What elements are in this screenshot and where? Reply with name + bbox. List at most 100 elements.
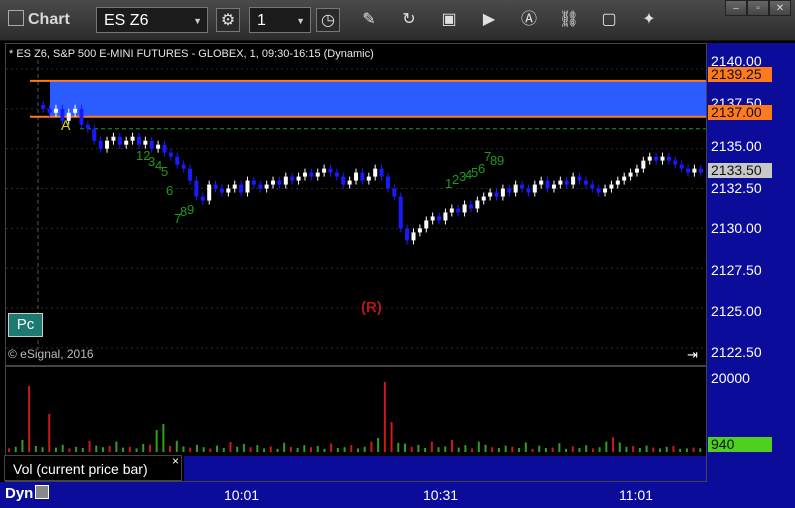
volume-bar (491, 447, 494, 452)
volume-bar (343, 447, 346, 452)
candle-body (583, 180, 588, 185)
volume-study-label[interactable]: Vol (current price bar) (4, 455, 182, 481)
volume-bar (242, 444, 245, 452)
volume-bar (565, 448, 568, 452)
candle-body (245, 180, 250, 193)
volume-bar (323, 448, 326, 452)
volume-bar (75, 446, 78, 452)
candle-body (168, 152, 173, 157)
volume-bar (330, 443, 333, 452)
volume-bar (397, 442, 400, 452)
candle-body (373, 168, 378, 177)
volume-bar (685, 448, 688, 452)
candle-body (290, 176, 295, 181)
candle-body (213, 184, 218, 189)
candle-body (545, 180, 550, 189)
volume-bar (444, 446, 447, 452)
candle-body (302, 172, 307, 177)
volume-bar (229, 442, 232, 452)
candle-body (200, 196, 205, 201)
volume-bar (41, 447, 44, 452)
candle-body (577, 176, 582, 181)
r-marker: (R) (361, 299, 382, 316)
candle-body (603, 188, 608, 193)
candle-body (162, 144, 167, 153)
volume-bar (135, 448, 138, 452)
candle-body (277, 180, 282, 185)
pc-button[interactable]: Pc (8, 313, 43, 337)
dyn-mode[interactable]: Dyn (5, 485, 50, 502)
volume-bar (276, 448, 279, 452)
volume-bar (618, 442, 621, 452)
time-axis[interactable]: Dyn 10:01 10:31 11:01 (0, 482, 795, 508)
candle-body (494, 192, 499, 197)
candle-body (315, 172, 320, 177)
candle-body (564, 180, 569, 185)
volume-bar (95, 445, 98, 452)
volume-bar (101, 447, 104, 452)
dyn-mode-label: Dyn (5, 485, 34, 502)
candle-body (456, 208, 461, 213)
candle-body (398, 196, 403, 229)
volume-bar (48, 414, 51, 452)
volume-bar (195, 444, 198, 452)
volume-bar (189, 447, 192, 452)
candle-body (532, 184, 537, 193)
candle-body (405, 228, 410, 241)
lock-icon[interactable] (35, 485, 50, 499)
candle-body (92, 128, 97, 141)
candle-body (513, 184, 518, 193)
x-tick-label: 10:31 (423, 487, 459, 503)
volume-bar (410, 446, 413, 452)
volume-top-tick: 20000 (711, 370, 750, 386)
candle-body (117, 136, 122, 145)
volume-bar (363, 446, 366, 452)
volume-bar (605, 441, 608, 452)
zone-lower-flag: 2137.00 (708, 105, 772, 120)
candle-body (85, 124, 90, 129)
x-tick-label: 10:01 (224, 487, 260, 503)
candle-body (379, 168, 384, 177)
candle-body (251, 180, 256, 185)
candle-body (571, 176, 576, 185)
candle-body (392, 188, 397, 197)
candle-body (105, 140, 110, 149)
candle-body (341, 176, 346, 185)
volume-bar (464, 445, 467, 452)
volume-bar (202, 447, 205, 452)
close-icon[interactable]: × (172, 454, 179, 468)
candle-body (47, 108, 52, 113)
candle-body (475, 200, 480, 209)
volume-bar (310, 447, 313, 452)
candle-body (207, 184, 212, 201)
candle-body (500, 188, 505, 197)
volume-bar (551, 447, 554, 452)
zone-upper-flag: 2139.25 (708, 67, 772, 82)
volume-bar (518, 448, 521, 452)
candle-body (79, 108, 84, 125)
volume-bar (578, 448, 581, 452)
candle-body (175, 156, 180, 165)
price-chart: 123 45678 91 2 345 678 9 (6, 60, 706, 452)
volume-bar (303, 445, 306, 452)
volume-bar (659, 448, 662, 452)
candle-body (98, 140, 103, 149)
candle-body (507, 188, 512, 193)
volume-bar (216, 445, 219, 452)
y-tick-label: 2135.00 (711, 138, 762, 154)
volume-bar (350, 445, 353, 452)
volume-bar (632, 446, 635, 452)
volume-bar (28, 386, 31, 452)
volume-bar (162, 424, 165, 452)
candle-body (322, 168, 327, 173)
candle-body (73, 108, 78, 113)
candle-body (53, 108, 58, 113)
candle-body (41, 104, 46, 109)
candle-body (449, 208, 454, 213)
volume-bar (296, 448, 299, 452)
candle-body (660, 156, 665, 161)
volume-bar (531, 448, 534, 452)
scroll-to-end-icon[interactable]: ⇥ (687, 347, 698, 363)
candle-body (264, 184, 269, 189)
volume-bar (598, 447, 601, 452)
